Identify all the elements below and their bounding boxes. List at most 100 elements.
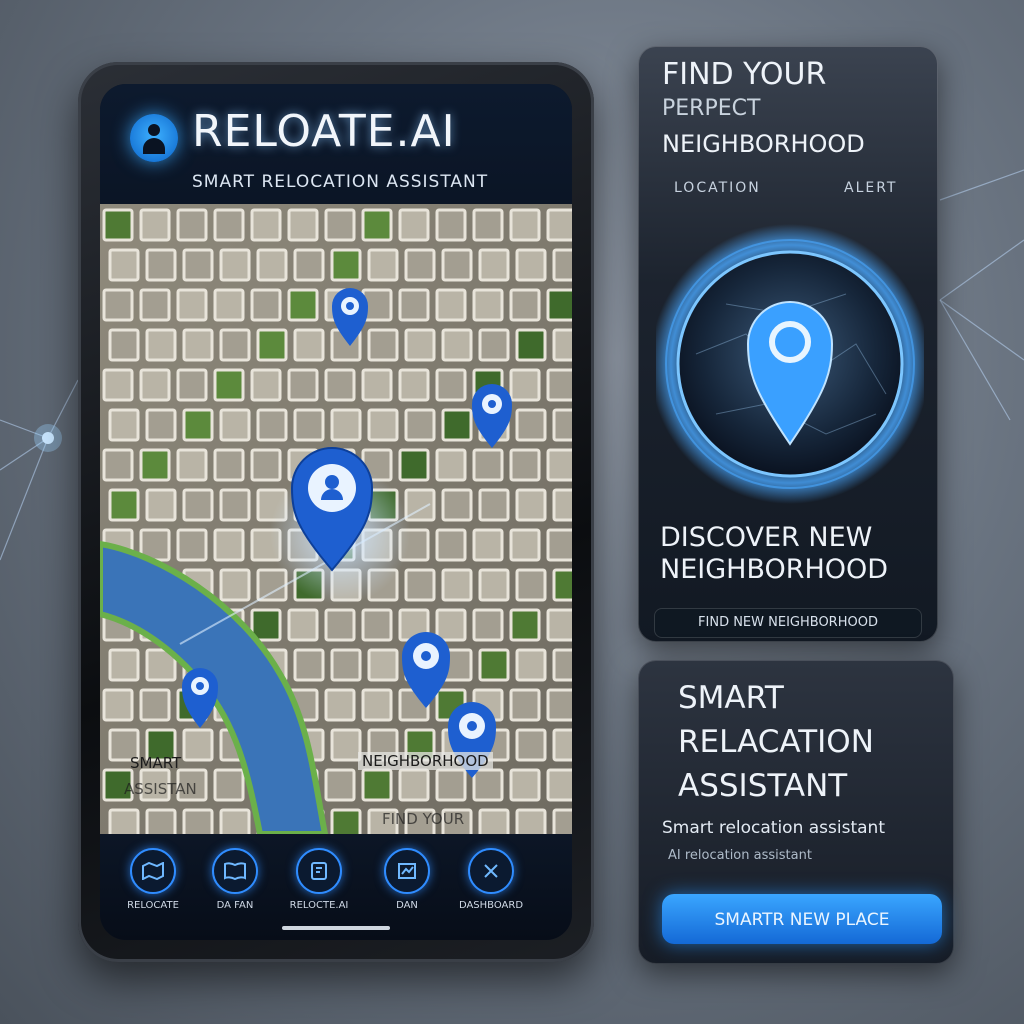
nav-item-da-fan[interactable]: DA FAN (196, 848, 274, 911)
map-block (472, 208, 504, 242)
map-block (213, 288, 245, 322)
map-block (102, 688, 134, 722)
panel-title-line1: FIND YOUR (662, 57, 827, 92)
map-block (552, 648, 572, 682)
map-block (108, 488, 140, 522)
map-block (182, 408, 214, 442)
map-block (435, 768, 467, 802)
map-block (287, 208, 319, 242)
map-block (256, 248, 288, 282)
map-block (102, 448, 134, 482)
map-block (108, 408, 140, 442)
alert-chip[interactable]: ALERT (844, 180, 897, 196)
smart-new-place-button[interactable]: SMARTR NEW PLACE (662, 894, 942, 944)
neighborhood-search-bar[interactable]: FIND NEW NEIGHBORHOOD (654, 608, 922, 638)
map-block (145, 488, 177, 522)
map-block (398, 208, 430, 242)
user-location-icon (130, 114, 178, 162)
map-block (324, 208, 356, 242)
nav-item-relocte-ai[interactable]: RELOCTE.AI (280, 848, 358, 911)
city-map[interactable]: SMART ASSISTAN FIND YOUR (100, 204, 572, 834)
map-block (102, 208, 134, 242)
map-block (509, 208, 541, 242)
map-block (546, 528, 572, 562)
map-block (441, 248, 473, 282)
map-block (509, 688, 541, 722)
map-block (324, 768, 356, 802)
map-block (324, 608, 356, 642)
panel-title: FIND YOUR PERPECT NEIGHBORHOOD (662, 58, 922, 161)
map-block (108, 808, 140, 834)
map-block (287, 288, 319, 322)
map-block (367, 248, 399, 282)
book-icon (212, 848, 258, 894)
phone-device: RELOATE.AI SMART RELOCATION ASSISTANT SM… (78, 62, 594, 962)
map-block (182, 328, 214, 362)
map-block (361, 368, 393, 402)
map-block (435, 448, 467, 482)
map-block (435, 368, 467, 402)
map-block (552, 328, 572, 362)
panel-title-line2: PERPECT (662, 96, 761, 121)
map-block (367, 648, 399, 682)
map-block (435, 608, 467, 642)
assistant-title-line1: SMART (678, 680, 784, 716)
app-subtitle: SMART RELOCATION ASSISTANT (192, 172, 489, 192)
map-block (108, 328, 140, 362)
map-block (546, 768, 572, 802)
map-block (139, 368, 171, 402)
map-block (552, 568, 572, 602)
map-block (176, 368, 208, 402)
map-block (182, 488, 214, 522)
map-block (176, 288, 208, 322)
map-block (472, 448, 504, 482)
map-block (293, 328, 325, 362)
map-block (398, 768, 430, 802)
map-block (361, 208, 393, 242)
map-block (182, 808, 214, 834)
location-chip[interactable]: LOCATION (674, 180, 761, 196)
discover-heading: DISCOVER NEW NEIGHBORHOOD (660, 522, 920, 586)
map-block (219, 808, 251, 834)
map-block (176, 208, 208, 242)
map-block (398, 448, 430, 482)
map-block (546, 608, 572, 642)
map-block (330, 248, 362, 282)
map-block (102, 288, 134, 322)
map-block (546, 288, 572, 322)
map-block (250, 288, 282, 322)
map-block (515, 328, 547, 362)
nav-item-relocate[interactable]: RELOCATE (114, 848, 192, 911)
phone-screen: RELOATE.AI SMART RELOCATION ASSISTANT SM… (100, 84, 572, 940)
map-block (472, 528, 504, 562)
map-block (367, 328, 399, 362)
map-block (367, 408, 399, 442)
map-label-smart: SMART (130, 754, 182, 772)
map-block (219, 328, 251, 362)
map-block (472, 608, 504, 642)
map-block (287, 608, 319, 642)
map-block (546, 208, 572, 242)
map-block (213, 448, 245, 482)
nav-item-dan[interactable]: DAN (368, 848, 446, 911)
map-block (472, 768, 504, 802)
map-block (219, 248, 251, 282)
map-block (139, 288, 171, 322)
nav-label: DASHBOARD (458, 900, 524, 911)
map-block (330, 728, 362, 762)
tools-icon (468, 848, 514, 894)
map-block (552, 728, 572, 762)
map-block (293, 408, 325, 442)
map-block (515, 408, 547, 442)
home-indicator[interactable] (282, 926, 390, 930)
map-block (145, 408, 177, 442)
nav-item-dashboard[interactable]: DASHBOARD (452, 848, 530, 911)
map-block (515, 808, 547, 834)
map-icon (130, 848, 176, 894)
find-neighborhood-panel: FIND YOUR PERPECT NEIGHBORHOOD LOCATION … (638, 46, 938, 642)
map-block (404, 568, 436, 602)
map-block (546, 448, 572, 482)
map-label-find-your: FIND YOUR (382, 810, 464, 828)
map-block (293, 248, 325, 282)
document-icon (296, 848, 342, 894)
